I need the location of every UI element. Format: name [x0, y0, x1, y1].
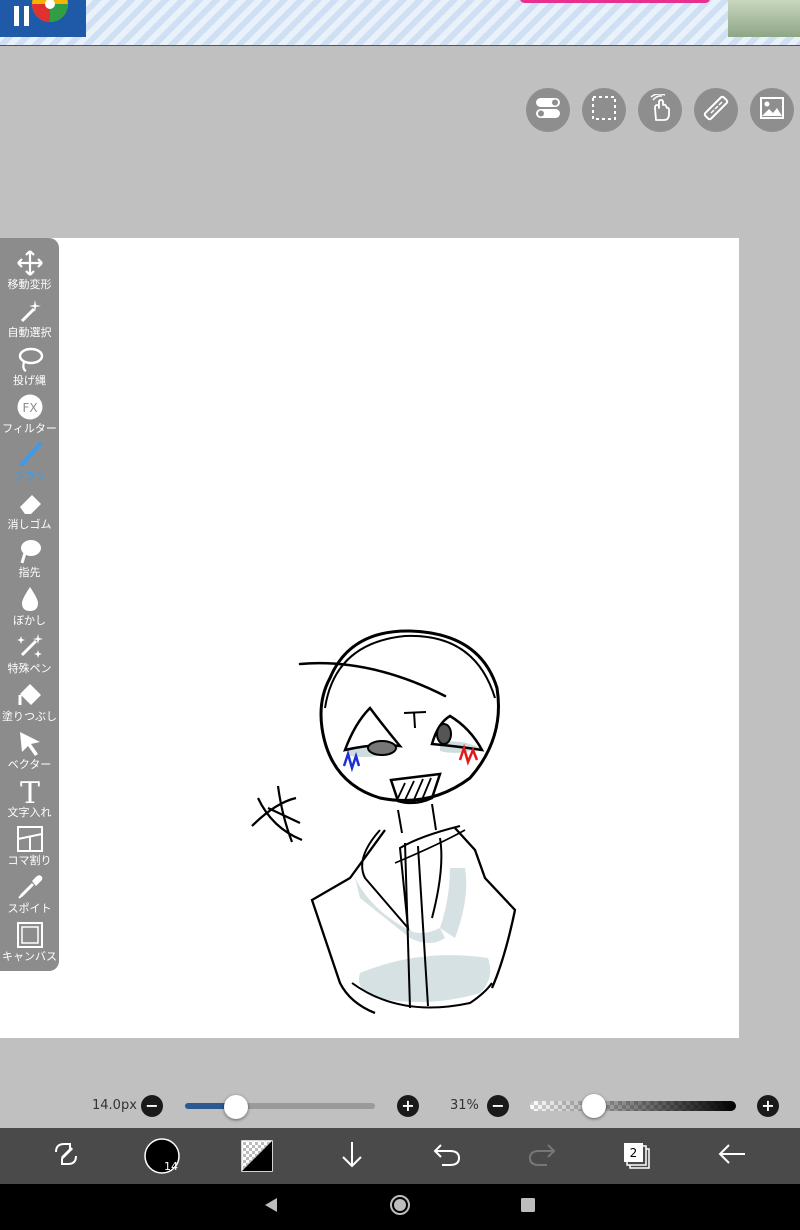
triangle-back-icon — [263, 1196, 279, 1218]
svg-text:T: T — [19, 776, 39, 806]
bottom-action-bar: 14 2 — [0, 1128, 800, 1184]
brush-size-slider[interactable] — [185, 1095, 375, 1119]
nav-recents-button[interactable] — [515, 1194, 541, 1220]
tool-filter[interactable]: FX フィルター — [0, 390, 59, 438]
download-button[interactable] — [332, 1136, 372, 1176]
back-button[interactable] — [712, 1136, 752, 1176]
tool-text[interactable]: T 文字入れ — [0, 774, 59, 822]
sketch-drawing — [251, 629, 517, 1015]
nav-back-button[interactable] — [258, 1194, 284, 1220]
undo-button[interactable] — [427, 1136, 467, 1176]
hand-touch-icon — [647, 93, 673, 126]
tool-frame-divider[interactable]: コマ割り — [0, 822, 59, 870]
brush-size-decrease-button[interactable]: − — [141, 1095, 163, 1117]
touch-gesture-button[interactable] — [638, 88, 682, 132]
lasso-icon — [15, 344, 45, 374]
brush-size-increase-button[interactable]: + — [397, 1095, 419, 1117]
special-pen-icon — [15, 632, 45, 662]
square-recents-icon — [520, 1197, 536, 1217]
selection-button[interactable] — [582, 88, 626, 132]
text-icon: T — [15, 776, 45, 806]
redo-icon — [527, 1141, 557, 1171]
brush-opacity-knob[interactable] — [581, 1094, 606, 1118]
brush-size-knob[interactable] — [224, 1095, 249, 1119]
ad-character-image — [728, 0, 800, 37]
ruler-button[interactable] — [694, 88, 738, 132]
toggle-icon — [535, 96, 561, 124]
tool-special-pen[interactable]: 特殊ペン — [0, 630, 59, 678]
brush-opacity-value: 31% — [450, 1098, 479, 1113]
magic-wand-icon — [15, 296, 45, 326]
eraser-icon — [15, 488, 45, 518]
brush-size-value: 14.0px — [92, 1098, 137, 1113]
frame-divider-icon — [15, 824, 45, 854]
secondary-color-button[interactable] — [237, 1136, 277, 1176]
brush-icon — [15, 440, 45, 470]
tool-switch-button[interactable] — [46, 1136, 86, 1176]
redo-button[interactable] — [522, 1136, 562, 1176]
arrow-left-icon — [717, 1142, 747, 1170]
brush-color-button[interactable]: 14 — [142, 1136, 182, 1176]
tool-blur[interactable]: ぼかし — [0, 582, 59, 630]
tool-auto-select[interactable]: 自動選択 — [0, 294, 59, 342]
move-icon — [15, 248, 45, 278]
brush-opacity-decrease-button[interactable]: − — [487, 1095, 509, 1117]
vector-cursor-icon — [15, 728, 45, 758]
tool-move-transform[interactable]: 移動変形 — [0, 246, 59, 294]
layers-button[interactable]: 2 — [617, 1136, 657, 1176]
color-swatch-icon: 14 — [144, 1138, 180, 1174]
nav-home-button[interactable] — [387, 1194, 413, 1220]
svg-text:2: 2 — [630, 1146, 638, 1160]
fill-bucket-icon — [15, 680, 45, 710]
settings-toggle-button[interactable] — [526, 88, 570, 132]
arrow-down-icon — [338, 1139, 366, 1173]
undo-icon — [432, 1141, 462, 1171]
ad-logo — [0, 0, 86, 37]
blur-drop-icon — [15, 584, 45, 614]
ad-banner[interactable] — [0, 0, 800, 46]
reference-image-button[interactable] — [750, 88, 794, 132]
layers-icon: 2 — [624, 1143, 650, 1169]
svg-text:14: 14 — [164, 1160, 178, 1173]
fx-icon: FX — [15, 392, 45, 422]
svg-text:FX: FX — [22, 401, 37, 415]
eyedropper-icon — [15, 872, 45, 902]
brush-settings-row: 14.0px − + 31% − + — [0, 1086, 800, 1126]
ruler-icon — [702, 94, 730, 126]
brush-eraser-swap-icon — [50, 1138, 82, 1174]
canvas-icon — [15, 920, 45, 950]
finger-icon — [15, 536, 45, 566]
system-navigation-bar — [0, 1184, 800, 1230]
drawing-canvas[interactable] — [0, 238, 739, 1038]
left-toolbar: 移動変形 自動選択 投げ縄 FX フィルター ブラシ 消しゴム 指先 ぼかし 特… — [0, 238, 59, 971]
tool-lasso[interactable]: 投げ縄 — [0, 342, 59, 390]
selection-rectangle-icon — [591, 95, 617, 125]
brush-opacity-slider[interactable] — [530, 1094, 736, 1118]
tool-brush[interactable]: ブラシ — [0, 438, 59, 486]
tool-eraser[interactable]: 消しゴム — [0, 486, 59, 534]
tool-eyedropper[interactable]: スポイト — [0, 870, 59, 918]
tool-vector[interactable]: ベクター — [0, 726, 59, 774]
tool-canvas[interactable]: キャンバス — [0, 918, 59, 966]
ad-pink-bar — [520, 0, 710, 3]
circle-home-icon — [388, 1193, 412, 1221]
brush-opacity-increase-button[interactable]: + — [757, 1095, 779, 1117]
transparent-color-icon — [241, 1140, 273, 1172]
tool-fill[interactable]: 塗りつぶし — [0, 678, 59, 726]
image-icon — [759, 96, 785, 124]
tool-finger[interactable]: 指先 — [0, 534, 59, 582]
